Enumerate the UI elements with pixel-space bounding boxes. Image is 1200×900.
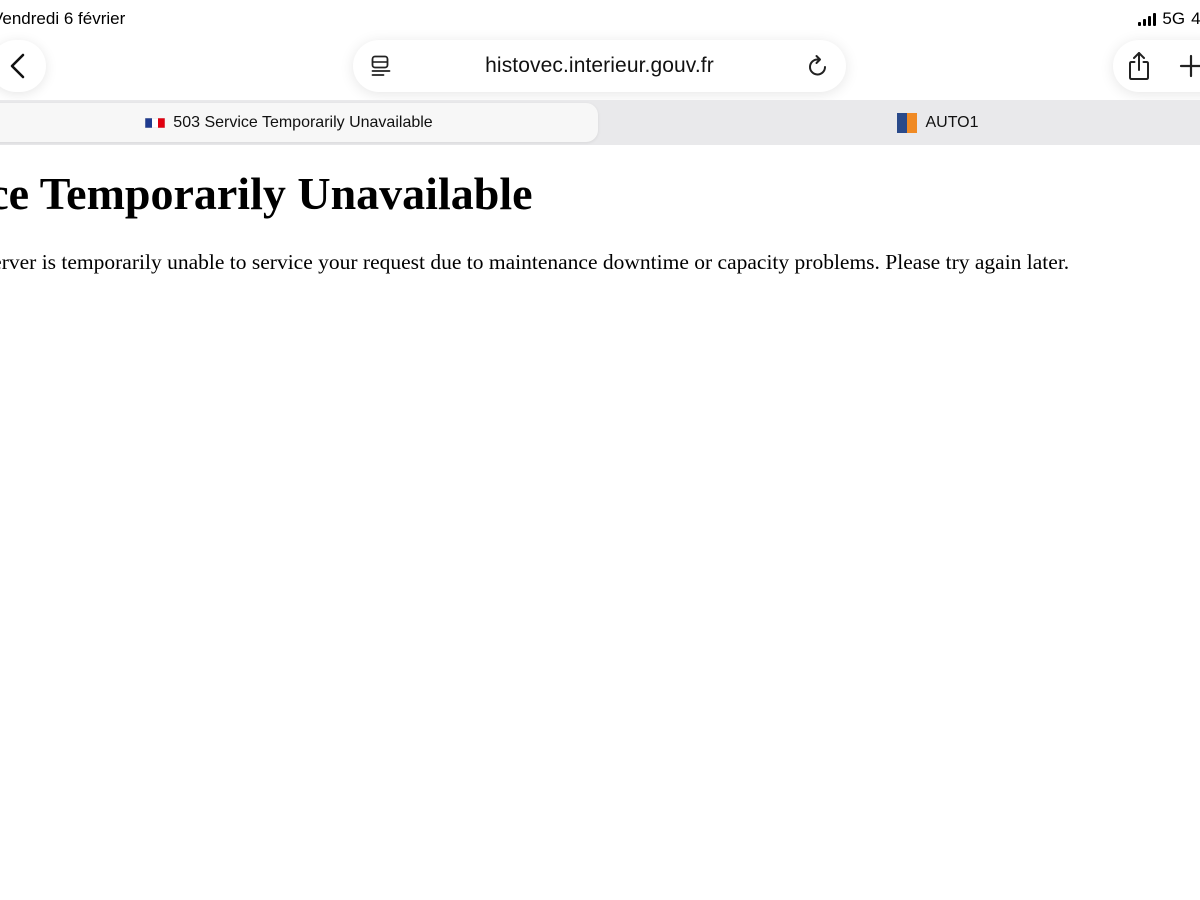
back-button[interactable] bbox=[0, 40, 46, 92]
cellular-signal-icon bbox=[1138, 12, 1157, 26]
tab-auto1[interactable]: AUTO1 bbox=[600, 103, 1200, 142]
toolbar-actions bbox=[1113, 40, 1200, 92]
tab-503-error[interactable]: 503 Service Temporarily Unavailable bbox=[0, 103, 598, 142]
share-icon[interactable] bbox=[1125, 51, 1153, 81]
reload-icon[interactable] bbox=[806, 54, 830, 78]
status-indicators: 5G 48 bbox=[1138, 9, 1200, 29]
network-type: 5G bbox=[1162, 9, 1186, 28]
status-date: Vendredi 6 février bbox=[0, 9, 126, 28]
plus-icon[interactable] bbox=[1179, 54, 1200, 78]
auto1-favicon-icon bbox=[897, 112, 918, 133]
tab-bar: 503 Service Temporarily Unavailable AUTO… bbox=[0, 100, 1200, 145]
error-message: The server is temporarily unable to serv… bbox=[0, 250, 1070, 274]
marianne-favicon-icon bbox=[145, 117, 166, 128]
browser-toolbar: histovec.interieur.gouv.fr bbox=[0, 38, 1200, 100]
page-heading: Service Temporarily Unavailable bbox=[0, 168, 533, 219]
back-chevron-icon bbox=[10, 53, 25, 79]
tab-label: 503 Service Temporarily Unavailable bbox=[173, 113, 433, 131]
battery-level: 48 bbox=[1191, 9, 1200, 28]
status-bar: Vendredi 6 février 5G 48 bbox=[0, 0, 1200, 38]
url-text[interactable]: histovec.interieur.gouv.fr bbox=[353, 54, 846, 78]
web-page-content: Service Temporarily Unavailable The serv… bbox=[0, 145, 1200, 900]
tab-label: AUTO1 bbox=[925, 113, 979, 131]
address-bar[interactable]: histovec.interieur.gouv.fr bbox=[353, 40, 846, 92]
